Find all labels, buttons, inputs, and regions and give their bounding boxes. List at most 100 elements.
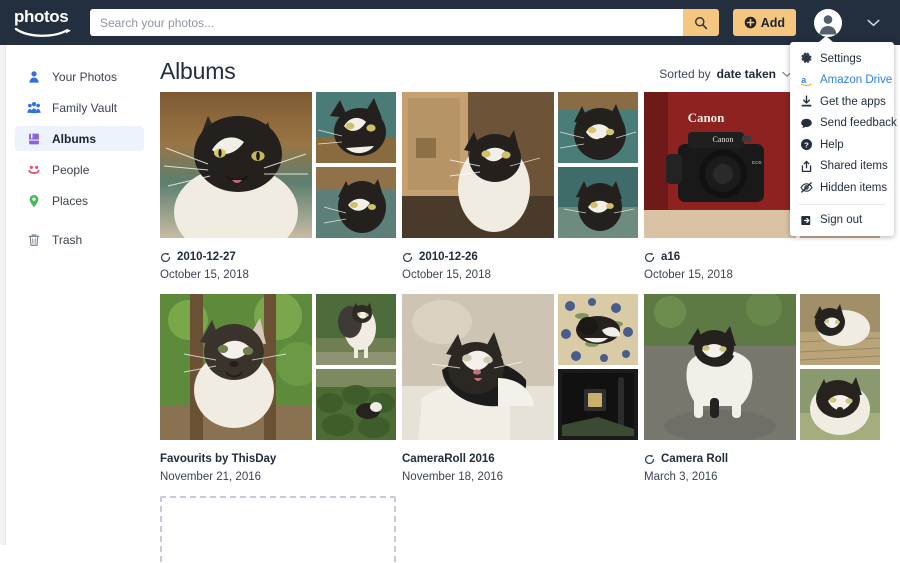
- album-card[interactable]: 2010-12-27 October 15, 2018: [160, 92, 402, 281]
- people-group-icon: [26, 100, 41, 115]
- album-date: November 18, 2016: [402, 471, 504, 483]
- sidebar-item-people[interactable]: People: [15, 157, 144, 182]
- add-button[interactable]: Add: [732, 9, 796, 36]
- question-circle-icon: ?: [800, 138, 813, 151]
- menu-item-label: Sign out: [820, 214, 863, 227]
- album-cover-image: [160, 294, 312, 440]
- sidebar-item-label: Albums: [52, 131, 97, 146]
- sidebar-item-trash[interactable]: Trash: [15, 227, 144, 252]
- menu-divider: [799, 203, 885, 205]
- photos-app-page: photos Add: [0, 0, 900, 563]
- sidebar-item-label: Places: [52, 193, 89, 208]
- menu-item-send-feedback[interactable]: Send feedback: [790, 113, 897, 135]
- album-book-icon: [26, 131, 41, 146]
- album-card[interactable]: 2010-12-26 October 15, 2018: [402, 92, 644, 281]
- amazon-a-icon: a: [800, 74, 813, 87]
- menu-item-label: Shared items: [820, 160, 888, 173]
- album-date: October 15, 2018: [402, 269, 491, 281]
- album-collage[interactable]: [402, 92, 638, 238]
- album-date: March 3, 2016: [644, 471, 718, 483]
- sort-value: date taken: [716, 67, 776, 81]
- menu-item-amazon-drive[interactable]: a Amazon Drive: [790, 70, 894, 92]
- menu-item-label: Amazon Drive: [820, 74, 893, 87]
- sidebar-item-family-vault[interactable]: Family Vault: [15, 95, 144, 120]
- user-avatar-icon: [814, 8, 842, 37]
- menu-item-help[interactable]: ? Help: [790, 134, 894, 156]
- album-cover-image: [644, 294, 796, 440]
- eye-slash-icon: [800, 181, 813, 194]
- amazon-smile-icon: [14, 27, 71, 37]
- page-title: Albums: [160, 58, 236, 84]
- album-thumb-image: [558, 167, 638, 238]
- svg-text:Canon: Canon: [713, 135, 734, 144]
- album-title-row: a16: [644, 251, 886, 263]
- amazon-photos-logo[interactable]: photos: [14, 6, 76, 37]
- menu-item-label: Send feedback: [820, 117, 897, 130]
- avatar[interactable]: [814, 8, 842, 37]
- add-button-label: Add: [760, 15, 785, 30]
- album-card[interactable]: Favourits by ThisDay November 21, 2016: [160, 294, 402, 483]
- menu-item-shared-items[interactable]: Shared items: [790, 156, 894, 178]
- album-title: Camera Roll: [661, 453, 729, 465]
- main-header: Albums Sorted by date taken: [152, 45, 900, 92]
- sync-icon: [645, 453, 655, 464]
- map-pin-icon: [26, 193, 41, 208]
- menu-item-label: Settings: [820, 52, 862, 65]
- sync-icon: [161, 251, 171, 262]
- album-collage[interactable]: [160, 92, 396, 238]
- chevron-down-icon: [866, 19, 880, 26]
- sync-icon: [645, 251, 655, 262]
- album-collage[interactable]: [402, 294, 638, 440]
- create-album-dropzone[interactable]: [160, 496, 396, 563]
- sidebar-item-albums[interactable]: Albums: [15, 126, 144, 151]
- album-title: 2010-12-27: [177, 251, 236, 263]
- search-button[interactable]: [682, 9, 719, 36]
- account-menu-toggle[interactable]: [864, 14, 882, 32]
- menu-item-label: Get the apps: [820, 95, 886, 108]
- album-title-row: 2010-12-26: [402, 251, 644, 263]
- page-left-edge-strip: [0, 45, 6, 545]
- album-card[interactable]: CameraRoll 2016 November 18, 2016: [402, 294, 644, 483]
- album-card[interactable]: Camera Roll March 3, 2016: [644, 294, 886, 483]
- album-title-row: CameraRoll 2016: [402, 453, 644, 465]
- album-title: 2010-12-26: [419, 251, 478, 263]
- sidebar-item-places[interactable]: Places: [15, 188, 144, 213]
- menu-item-label: Help: [820, 138, 844, 151]
- sidebar-item-your-photos[interactable]: Your Photos: [15, 64, 144, 89]
- sidebar: Your Photos Family Vault Albums People P…: [7, 45, 152, 563]
- menu-item-settings[interactable]: Settings: [790, 48, 894, 70]
- album-collage[interactable]: [160, 294, 396, 440]
- album-thumb-image: [316, 167, 396, 238]
- album-thumb-image: [316, 294, 396, 365]
- download-icon: [800, 95, 813, 108]
- menu-item-get-the-apps[interactable]: Get the apps: [790, 91, 894, 113]
- album-date: October 15, 2018: [644, 269, 733, 281]
- sign-out-icon: [800, 214, 813, 227]
- app-header: photos Add: [0, 0, 900, 45]
- sync-icon: [403, 251, 413, 262]
- album-cover-image: [402, 294, 554, 440]
- logo-wordmark: photos: [14, 6, 69, 26]
- album-thumb-image: [558, 369, 638, 440]
- svg-text:a: a: [801, 75, 807, 85]
- album-thumb-column: [800, 294, 880, 440]
- album-collage[interactable]: [644, 294, 880, 440]
- search-input[interactable]: [90, 9, 683, 36]
- menu-item-sign-out[interactable]: Sign out: [790, 210, 894, 232]
- account-dropdown-menu: Settings a Amazon Drive Get the apps Sen…: [790, 36, 897, 236]
- person-icon: [26, 69, 41, 84]
- trash-icon: [26, 232, 41, 247]
- menu-item-hidden-items[interactable]: Hidden items: [790, 177, 894, 199]
- sort-prefix: Sorted by: [659, 67, 711, 81]
- create-album-card[interactable]: [160, 496, 402, 563]
- search-bar: [90, 9, 719, 36]
- menu-item-label: Hidden items: [820, 181, 888, 194]
- album-cover-image: [160, 92, 312, 238]
- album-thumb-image: [800, 294, 880, 365]
- albums-grid: 2010-12-27 October 15, 2018 2010-12-26 O…: [152, 92, 900, 563]
- sidebar-item-label: Trash: [52, 232, 83, 247]
- sidebar-item-label: Your Photos: [52, 69, 117, 84]
- album-thumb-image: [800, 369, 880, 440]
- svg-text:?: ?: [804, 141, 809, 150]
